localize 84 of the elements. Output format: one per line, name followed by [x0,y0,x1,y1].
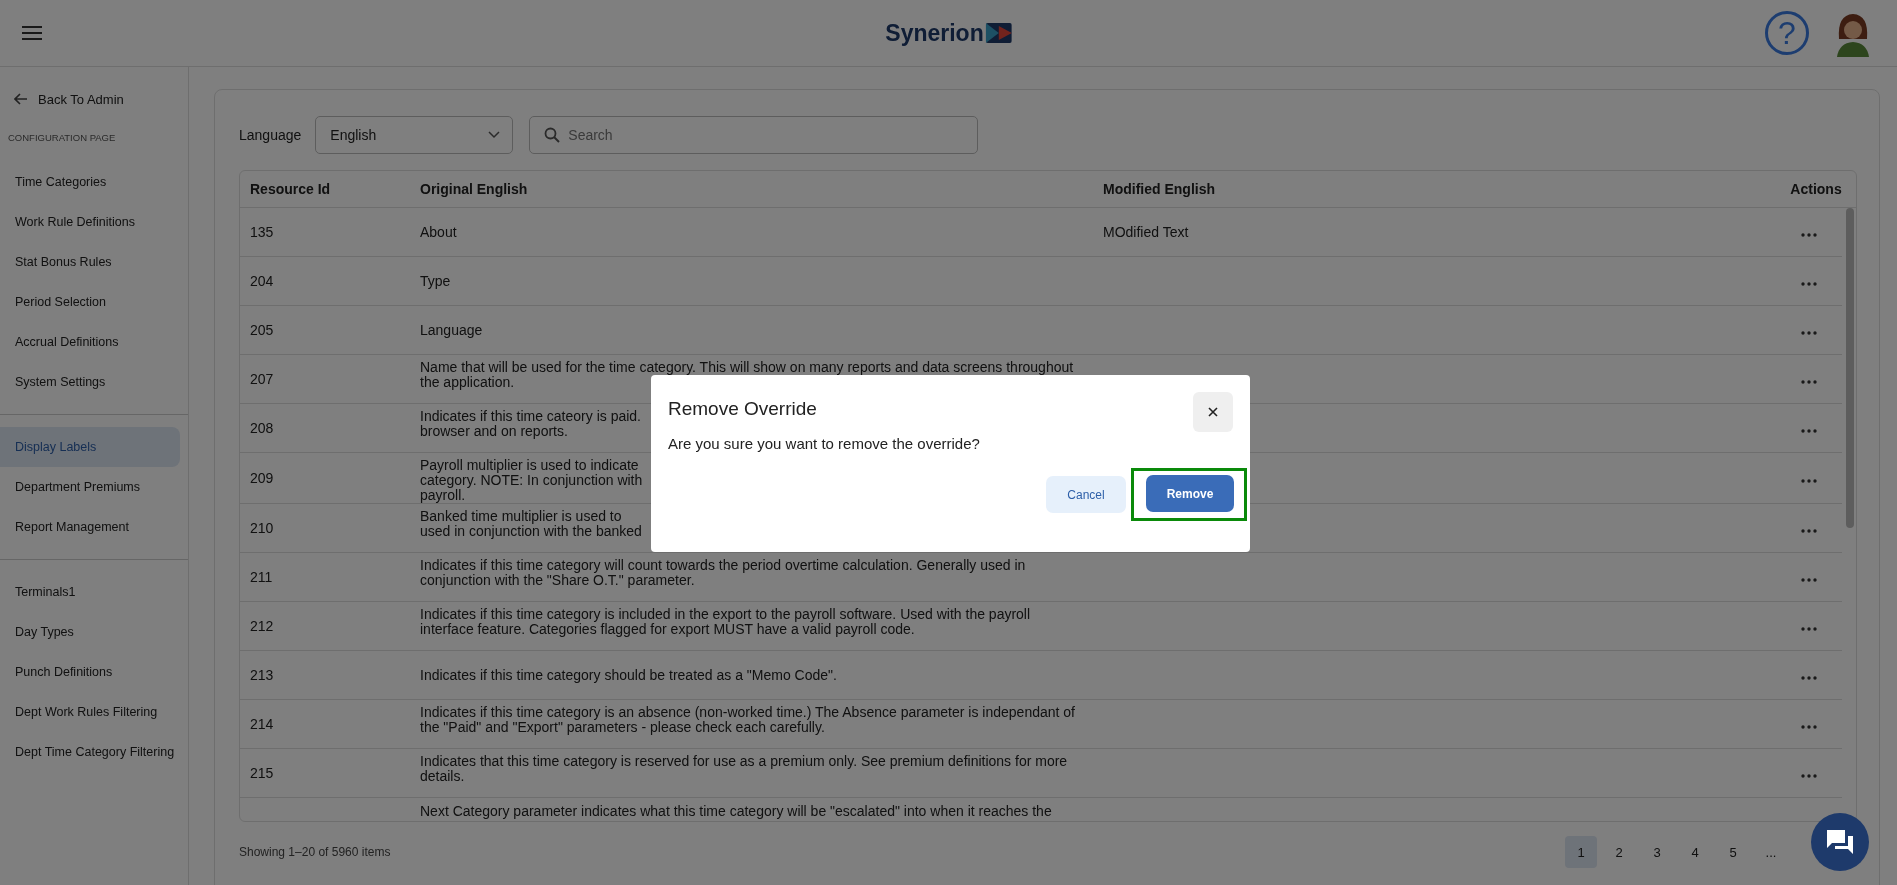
page-button[interactable]: 2 [1603,836,1635,868]
table-cell: Banked time multiplier is used to used in conjunction with the banked [420,509,642,539]
table-cell: 210 [250,520,274,536]
menu-icon[interactable] [22,26,42,40]
more-icon[interactable] [1801,627,1817,631]
column-header: Resource Id [249,181,332,197]
more-icon[interactable] [1801,233,1817,237]
table-cell: 135 [250,224,274,240]
table-cell: 212 [250,618,274,634]
table-cell: 209 [250,470,274,486]
sidebar-item[interactable]: Punch Definitions [0,652,180,692]
table-cell: Indicates if this time category is included in the export to the payroll software. Used with the payroll interface feature. Categories flagged for export MUST have a valid payroll code. [420,607,1031,637]
more-icon[interactable] [1801,725,1817,729]
language-label: Language [239,127,302,143]
page-button[interactable]: 5 [1717,836,1749,868]
arrow-left-icon [14,93,28,105]
table-cell: Type [420,274,451,289]
flag-icon [985,23,1012,43]
more-icon[interactable] [1801,676,1817,680]
close-button[interactable] [1193,392,1233,432]
search-field[interactable]: Search [529,116,979,154]
table-cell: Payroll multiplier is used to indicate category. NOTE: In conjunction with payroll. [420,458,643,503]
sidebar-item[interactable]: Time Categories [0,162,180,202]
sidebar-item[interactable]: Dept Time Category Filtering [0,732,180,772]
table-cell: Language [420,323,483,338]
item-count: Showing 1–20 of 5960 items [239,845,391,859]
scrollbar[interactable] [1846,208,1854,528]
table-cell: 204 [250,273,274,289]
sidebar-item[interactable]: Work Rule Definitions [0,202,180,242]
chevron-down-icon [488,131,501,139]
sidebar-item[interactable]: Dept Work Rules Filtering [0,692,180,732]
chat-button[interactable] [1811,813,1869,871]
more-icon[interactable] [1801,380,1817,384]
remove-button[interactable]: Remove [1146,475,1234,512]
dialog-message: Are you sure you want to remove the override? [668,435,981,452]
chat-icon [1826,829,1854,855]
page-button[interactable]: 4 [1679,836,1711,868]
close-icon [1208,407,1218,417]
table-cell: 207 [250,371,274,387]
more-icon[interactable] [1801,529,1817,533]
cancel-button[interactable]: Cancel [1046,476,1126,513]
sidebar-item[interactable]: Display Labels [0,427,180,467]
sidebar-item[interactable]: Period Selection [0,282,180,322]
sidebar-item[interactable]: Day Types [0,612,180,652]
sidebar-item[interactable]: System Settings [0,362,180,402]
sidebar-item[interactable]: Terminals1 [0,572,180,612]
section-heading: CONFIGURATION PAGE [7,131,117,145]
sidebar-item[interactable]: Accrual Definitions [0,322,180,362]
table-cell: Name that will be used for the time category. This will show on many reports and data screens throughout the application. [420,360,1074,390]
more-icon[interactable] [1801,429,1817,433]
column-header: Modified English [1102,181,1216,197]
more-icon[interactable] [1801,774,1817,778]
table-cell: Next Category parameter indicates what this time category will be "escalated" into when it reaches the [420,804,1052,819]
more-icon[interactable] [1801,578,1817,582]
help-button[interactable]: ? [1765,11,1809,55]
table-cell: 214 [250,716,274,732]
page-button[interactable]: 1 [1565,836,1597,868]
column-header: Actions [1789,181,1843,197]
table-cell: 211 [250,569,273,585]
more-icon[interactable] [1801,282,1817,286]
column-header: Original English [419,181,529,197]
sidebar-item[interactable]: Stat Bonus Rules [0,242,180,282]
table-cell: MOdified Text [1103,224,1189,240]
table-cell: 208 [250,420,274,436]
more-icon[interactable] [1801,331,1817,335]
search-icon [544,127,561,143]
page-button[interactable]: 3 [1641,836,1673,868]
table-cell: 213 [250,667,274,683]
sidebar-item[interactable]: Report Management [0,507,180,547]
logo-text: Synerion [885,19,984,47]
table-cell: About [420,225,457,240]
table-cell: 205 [250,322,274,338]
page-button[interactable]: ... [1755,836,1787,868]
table-cell: Indicates if this time category is an absence (non-worked time.) The Absence parameter is independant of the "Paid" and "Export" parameters - please check each carefully. [420,705,1075,735]
table-cell: Indicates if this time category will count towards the period overtime calculation. Generally used in conjunction with the "Share O.T." parameter. [420,558,1026,588]
table-cell: Indicates that this time category is reserved for use as a premium only. See premium definitions for more details. [420,754,1068,784]
sidebar-item[interactable]: Department Premiums [0,467,180,507]
back-link[interactable]: Back To Admin [0,91,188,107]
table-cell: 215 [250,765,274,781]
dialog-title: Remove Override [668,398,817,420]
language-dropdown[interactable]: English [315,116,514,154]
table-cell: Indicates if this time category should be treated as a "Memo Code". [420,668,837,683]
table-cell: Indicates if this time cateory is paid. browser and on reports. [420,409,641,439]
more-icon[interactable] [1801,479,1817,483]
